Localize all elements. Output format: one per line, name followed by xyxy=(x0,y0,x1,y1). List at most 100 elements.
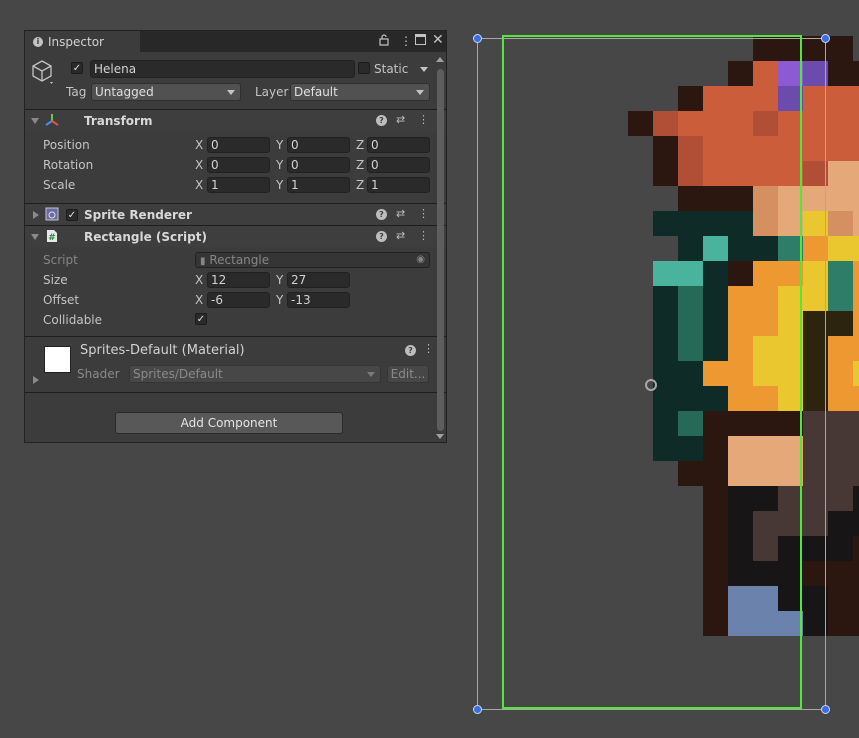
kebab-menu-icon[interactable]: ⋮ xyxy=(418,229,429,243)
sprite-pixel xyxy=(828,511,853,536)
scale-x-field[interactable]: 1 xyxy=(207,177,270,193)
position-x-axis: X xyxy=(195,138,204,152)
sprite-renderer-header[interactable]: ✓ Sprite Renderer ? ⇄ ⋮ xyxy=(25,203,446,225)
scale-y-field[interactable]: 1 xyxy=(287,177,350,193)
sprite-pixel xyxy=(753,136,778,161)
sprite-pixel xyxy=(753,536,778,561)
collidable-checkbox[interactable]: ✓ xyxy=(195,313,207,325)
position-y-field[interactable]: 0 xyxy=(287,137,350,153)
help-icon[interactable]: ? xyxy=(376,115,387,126)
add-component-button[interactable]: Add Component xyxy=(115,412,343,434)
sprite-pixel xyxy=(703,461,728,486)
sprite-pixel xyxy=(803,211,828,236)
position-z-field[interactable]: 0 xyxy=(367,137,430,153)
scroll-thumb[interactable] xyxy=(437,69,444,431)
scroll-up-arrow[interactable] xyxy=(436,57,444,62)
sprite-pixel xyxy=(803,386,828,411)
tag-value: Untagged xyxy=(95,85,154,99)
sprite-pixel xyxy=(728,236,753,261)
help-icon[interactable]: ? xyxy=(376,209,387,220)
transform-header[interactable]: Transform ? ⇄ ⋮ xyxy=(25,109,446,131)
sprite-pixel xyxy=(803,436,828,461)
rectangle-script-foldout-arrow[interactable] xyxy=(31,234,39,240)
help-icon[interactable]: ? xyxy=(376,231,387,242)
sprite-pixel xyxy=(728,161,753,186)
sprite-pixel xyxy=(853,486,859,511)
rotation-x-field[interactable]: 0 xyxy=(207,157,270,173)
sprite-pixel xyxy=(803,511,828,536)
sprite-pixel xyxy=(703,511,728,536)
size-x-field[interactable]: 12 xyxy=(207,272,270,288)
preset-icon[interactable]: ⇄ xyxy=(396,113,405,127)
maximize-icon[interactable] xyxy=(415,34,426,48)
sprite-pixel xyxy=(728,86,753,111)
position-x-field[interactable]: 0 xyxy=(207,137,270,153)
sprite-pixel xyxy=(803,111,828,136)
preset-icon[interactable]: ⇄ xyxy=(396,229,405,243)
resize-handle-bottom-left[interactable] xyxy=(473,705,482,714)
sprite-pixel xyxy=(853,411,859,436)
sprite-pixel xyxy=(853,161,859,186)
offset-x-field[interactable]: -6 xyxy=(207,292,270,308)
sprite-pixel xyxy=(653,211,678,236)
sprite-pixel xyxy=(853,136,859,161)
sprite-renderer-foldout-arrow[interactable] xyxy=(33,211,39,219)
position-label: Position xyxy=(43,138,90,152)
material-foldout-arrow[interactable] xyxy=(33,376,39,384)
layer-dropdown[interactable]: Default xyxy=(290,83,430,101)
kebab-menu-icon[interactable]: ⋮ xyxy=(418,113,429,127)
resize-handle-bottom-right[interactable] xyxy=(821,705,830,714)
inspector-scrollbar[interactable] xyxy=(434,57,446,441)
size-y-field[interactable]: 27 xyxy=(287,272,350,288)
sprite-pixel xyxy=(678,461,703,486)
transform-foldout-arrow[interactable] xyxy=(31,118,39,124)
static-checkbox[interactable] xyxy=(358,62,370,74)
sprite-pixel xyxy=(728,611,753,636)
offset-y-field[interactable]: -13 xyxy=(287,292,350,308)
sprite-renderer-enabled-checkbox[interactable]: ✓ xyxy=(66,209,78,221)
gameobject-name-field[interactable]: Helena xyxy=(90,60,355,78)
preset-icon[interactable]: ⇄ xyxy=(396,207,405,221)
sprite-pixel xyxy=(753,361,778,386)
resize-handle-top-right[interactable] xyxy=(821,34,830,43)
kebab-menu-icon[interactable]: ⋮ xyxy=(418,207,429,221)
sprite-pixel xyxy=(753,261,778,286)
close-icon[interactable]: ✕ xyxy=(432,32,444,48)
rectangle-script-title: Rectangle (Script) xyxy=(84,230,207,244)
kebab-menu-icon[interactable]: ⋮ xyxy=(400,34,412,48)
sprite-pixel xyxy=(778,561,803,586)
sprite-pixel xyxy=(778,486,803,511)
sprite-pixel xyxy=(728,461,753,486)
sprite-pixel xyxy=(753,511,778,536)
sprite-pixel xyxy=(728,436,753,461)
sprite-pixel xyxy=(703,211,728,236)
sprite-pixel xyxy=(853,186,859,211)
shader-value: Sprites/Default xyxy=(133,367,223,381)
sprite-pixel xyxy=(803,236,828,261)
sprite-pixel xyxy=(728,61,753,86)
kebab-menu-icon[interactable]: ⋮ xyxy=(423,342,434,356)
scale-x-axis: X xyxy=(195,178,204,192)
scale-z-field[interactable]: 1 xyxy=(367,177,430,193)
lock-icon[interactable] xyxy=(379,34,389,49)
sprite-pixel xyxy=(853,261,859,286)
rotation-y-field[interactable]: 0 xyxy=(287,157,350,173)
sprite-pixel xyxy=(803,186,828,211)
gameobject-active-checkbox[interactable]: ✓ xyxy=(71,62,83,74)
sprite-pixel xyxy=(703,111,728,136)
rotation-z-field[interactable]: 0 xyxy=(367,157,430,173)
tag-dropdown[interactable]: Untagged xyxy=(91,83,241,101)
material-title: Sprites-Default (Material) xyxy=(80,343,245,358)
divider xyxy=(25,336,446,337)
tab-inspector[interactable]: i Inspector xyxy=(25,31,140,52)
rotation-z-axis: Z xyxy=(356,158,365,172)
scroll-down-arrow[interactable] xyxy=(436,434,444,439)
resize-handle-top-left[interactable] xyxy=(473,34,482,43)
rectangle-script-header[interactable]: # Rectangle (Script) ? ⇄ ⋮ xyxy=(25,225,446,247)
static-dropdown-caret[interactable] xyxy=(420,67,428,72)
sprite-pixel xyxy=(853,461,859,486)
sprite-pixel xyxy=(678,186,703,211)
help-icon[interactable]: ? xyxy=(405,345,416,356)
sprite-pixel xyxy=(653,386,678,411)
sprite-pixel xyxy=(828,236,853,261)
